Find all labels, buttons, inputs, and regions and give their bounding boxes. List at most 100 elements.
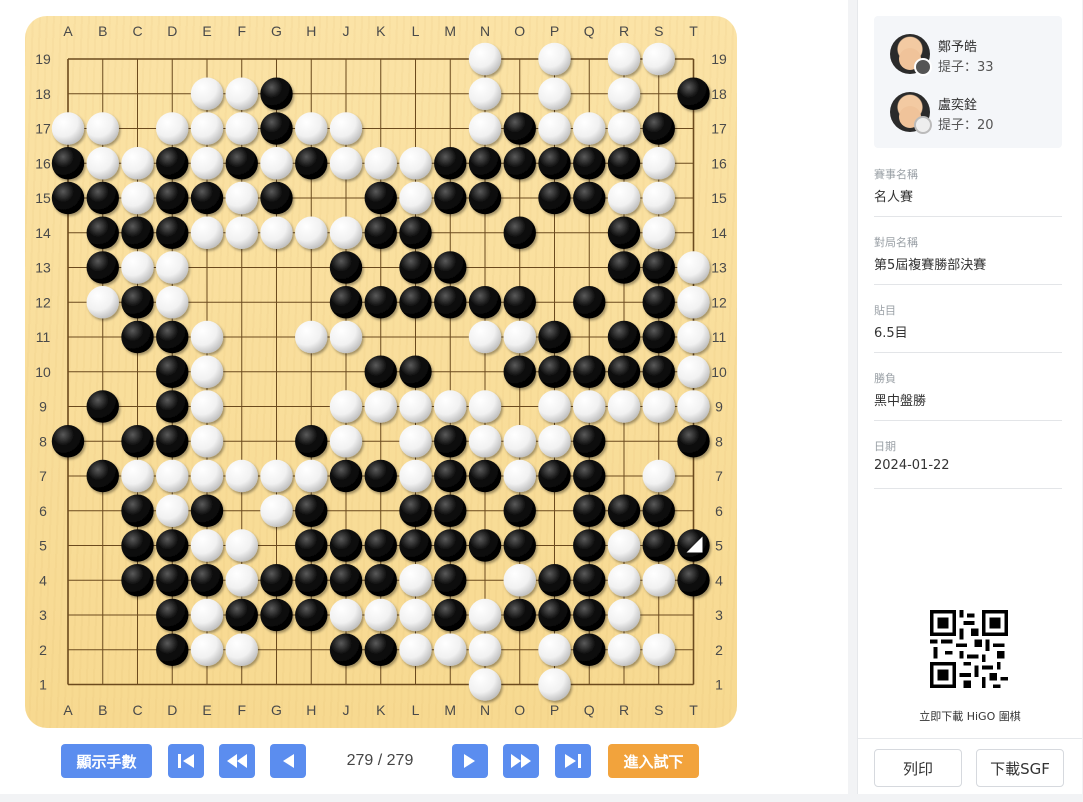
black-stone [156, 598, 189, 632]
column-label: G [271, 702, 282, 718]
white-stone [225, 77, 258, 110]
column-label: K [376, 702, 386, 718]
column-label: T [689, 702, 698, 718]
black-stone [503, 355, 536, 388]
black-stone [642, 494, 675, 527]
row-label: 3 [715, 607, 723, 623]
white-stone [538, 425, 571, 458]
fast-backward-icon [227, 754, 247, 768]
black-stone [190, 564, 224, 597]
print-button[interactable]: 列印 [874, 749, 962, 787]
column-label: J [343, 702, 350, 718]
black-stone [573, 494, 606, 527]
white-stone [190, 355, 224, 388]
black-stone [260, 77, 293, 110]
black-stone [434, 181, 467, 215]
row-label: 17 [711, 121, 727, 137]
white-stone [642, 181, 675, 215]
qr-caption: 立即下載 HiGO 圍棋 [919, 710, 1021, 723]
black-stone [434, 147, 467, 180]
black-stone [434, 494, 467, 527]
black-stone [573, 286, 606, 319]
black-stone [51, 181, 85, 215]
white-stone [190, 529, 224, 562]
white-stone [573, 112, 606, 145]
row-label: 16 [711, 155, 727, 171]
date-value: 2024-01-22 [874, 458, 950, 473]
black-stone [329, 633, 363, 666]
white-stone [607, 598, 641, 632]
first-move-button[interactable] [168, 744, 204, 778]
row-label: 8 [39, 433, 47, 449]
black-stone [156, 216, 189, 249]
black-stone [295, 494, 328, 527]
row-label: 18 [711, 86, 727, 102]
white-stone [260, 216, 293, 249]
go-board[interactable]: A A B B C C D D E E F F G G H H J J K K L L M M N N O O P P Q Q R R S S T T 19… [25, 16, 737, 728]
white-stone [468, 425, 502, 458]
black-stone [573, 459, 606, 493]
white-stone [329, 216, 363, 249]
black-stone [607, 320, 641, 354]
forward-five-button[interactable] [503, 744, 539, 778]
column-label: M [444, 702, 456, 718]
black-stone [573, 355, 606, 388]
black-stone [86, 251, 119, 284]
black-stone [86, 216, 119, 249]
column-label: C [132, 23, 142, 39]
white-stone [86, 147, 119, 180]
white-stone [329, 425, 363, 458]
show-move-numbers-button[interactable]: 顯示手數 [61, 744, 152, 778]
last-move-button[interactable] [555, 744, 591, 778]
black-stone [364, 216, 397, 249]
black-stone [399, 494, 432, 527]
white-stone [468, 598, 502, 632]
black-stone [121, 320, 154, 354]
black-stone [156, 390, 189, 423]
black-stone [642, 286, 675, 319]
white-stone [399, 425, 432, 458]
download-sgf-button[interactable]: 下載SGF [976, 749, 1064, 787]
black-stone [86, 390, 119, 423]
row-label: 6 [39, 503, 47, 519]
black-stone [260, 181, 293, 215]
white-stone [677, 390, 710, 423]
black-stone [364, 529, 397, 562]
white-stone [607, 181, 641, 215]
white-stone [121, 459, 154, 493]
white-stone [190, 320, 224, 354]
column-label: B [98, 23, 107, 39]
white-stone [607, 633, 641, 666]
white-stone [260, 494, 293, 527]
black-player-captures: 提子：33 [938, 60, 994, 75]
white-stone [607, 529, 641, 562]
column-label: P [550, 702, 559, 718]
white-stone [86, 286, 119, 319]
black-stone [503, 286, 536, 319]
fast-forward-icon [511, 754, 531, 768]
row-label: 2 [39, 642, 47, 658]
row-label: 11 [712, 329, 727, 345]
black-stone [642, 355, 675, 388]
black-stone [121, 564, 154, 597]
previous-move-button[interactable] [270, 744, 306, 778]
white-stone [190, 425, 224, 458]
back-five-button[interactable] [219, 744, 255, 778]
column-label: O [514, 702, 525, 718]
black-stone [573, 147, 606, 180]
next-move-button[interactable] [452, 744, 488, 778]
black-stone [538, 147, 571, 180]
row-label: 8 [715, 433, 723, 449]
black-stone [642, 529, 675, 562]
white-stone [434, 633, 467, 666]
black-stone [260, 112, 293, 145]
white-stone [156, 112, 189, 145]
black-player-name: 鄭予皓 [938, 40, 978, 55]
black-player: 鄭予皓 提子：33 [890, 34, 1060, 78]
game-info-sidebar: 鄭予皓 提子：33 盧奕銓 提子：20 賽事名稱 名人賽 對局名稱 第5屆複賽勝… [857, 0, 1082, 794]
try-variation-button[interactable]: 進入試下 [608, 744, 699, 778]
board-canvas[interactable]: AABBCCDDEEFFGGHHJJKKLLMMNNOOPPQQRRSSTT19… [25, 16, 737, 728]
black-stone [607, 147, 641, 180]
komi-value: 6.5目 [874, 326, 908, 341]
black-stone [399, 216, 432, 249]
